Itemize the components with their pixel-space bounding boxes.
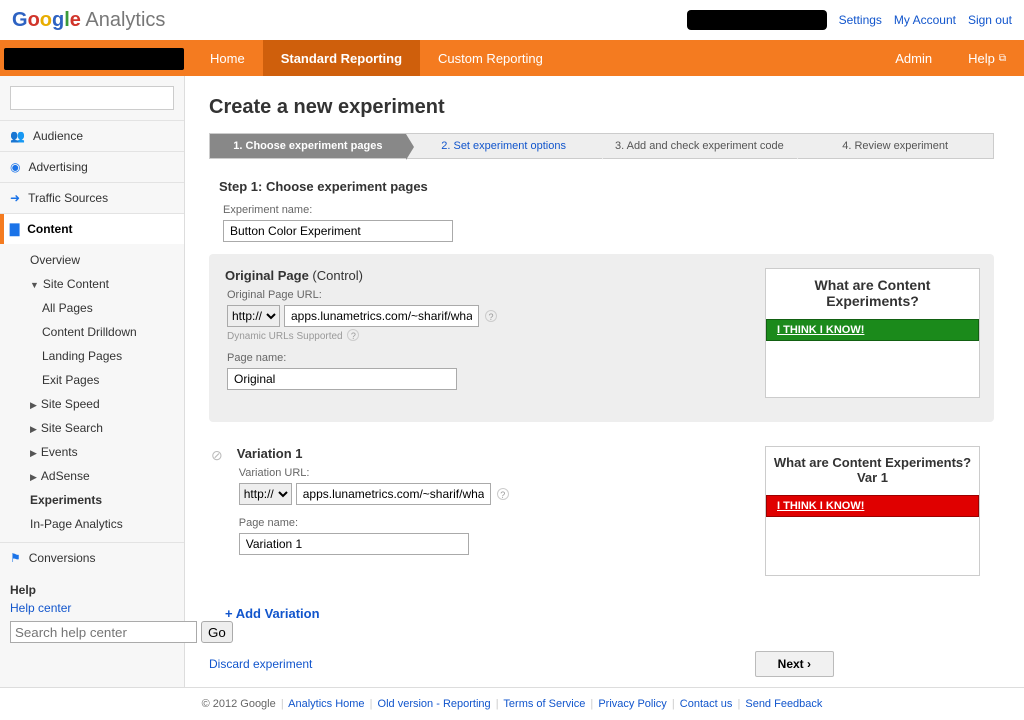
sidebar-site-search[interactable]: ▶Site Search <box>20 416 184 440</box>
original-url-label: Original Page URL: <box>227 289 765 301</box>
page-title: Create a new experiment <box>209 96 994 119</box>
sidebar-advertising[interactable]: Advertising <box>0 152 184 182</box>
nav-admin[interactable]: Admin <box>877 40 950 76</box>
step-heading: Step 1: Choose experiment pages <box>219 179 994 194</box>
remove-variation-icon[interactable]: ⊘ <box>211 447 223 577</box>
caret-right-icon: ▶ <box>30 400 37 410</box>
conversions-icon <box>10 551 21 565</box>
sidebar-adsense[interactable]: ▶AdSense <box>20 464 184 488</box>
sidebar-conversions[interactable]: Conversions <box>0 543 184 573</box>
caret-down-icon: ▼ <box>30 280 39 290</box>
sign-out-link[interactable]: Sign out <box>968 13 1012 27</box>
sidebar-site-speed[interactable]: ▶Site Speed <box>20 392 184 416</box>
help-center-link[interactable]: Help center <box>10 601 174 615</box>
wizard-step-3[interactable]: 3. Add and check experiment code <box>602 134 798 158</box>
nav-home[interactable]: Home <box>192 40 263 76</box>
sidebar-events[interactable]: ▶Events <box>20 440 184 464</box>
variation-1-title: Variation 1 <box>237 446 765 461</box>
nav-help[interactable]: Help⧉ <box>950 40 1024 76</box>
preview-cta-button: I THINK I KNOW! <box>766 495 979 517</box>
variation-protocol-select[interactable]: http:// <box>239 483 292 505</box>
audience-icon <box>10 129 25 143</box>
caret-right-icon: ▶ <box>30 472 37 482</box>
preview-title: What are Content Experiments? <box>766 269 979 315</box>
wizard-step-4[interactable]: 4. Review experiment <box>797 134 993 158</box>
sidebar-audience[interactable]: Audience <box>0 121 184 151</box>
preview-title: What are Content Experiments? Var 1 <box>766 447 979 491</box>
variation-name-input[interactable] <box>239 533 469 555</box>
original-name-label: Page name: <box>227 352 765 364</box>
sidebar-search-input[interactable] <box>10 86 174 110</box>
help-heading: Help <box>10 583 174 597</box>
variation-name-label: Page name: <box>239 517 765 529</box>
external-link-icon: ⧉ <box>999 53 1006 64</box>
next-button[interactable]: Next › <box>755 651 834 677</box>
discard-experiment-link[interactable]: Discard experiment <box>209 657 312 671</box>
sidebar-all-pages[interactable]: All Pages <box>20 296 184 320</box>
content-icon <box>10 222 19 236</box>
help-search-input[interactable] <box>10 621 197 643</box>
sidebar-experiments[interactable]: Experiments <box>20 488 184 512</box>
dynamic-url-hint: Dynamic URLs Supported ? <box>227 329 765 342</box>
sidebar-content-drilldown[interactable]: Content Drilldown <box>20 320 184 344</box>
settings-link[interactable]: Settings <box>839 13 882 27</box>
help-icon[interactable]: ? <box>485 310 497 322</box>
sidebar-exit-pages[interactable]: Exit Pages <box>20 368 184 392</box>
advertising-icon <box>10 160 20 174</box>
sidebar-landing-pages[interactable]: Landing Pages <box>20 344 184 368</box>
original-url-input[interactable] <box>284 305 479 327</box>
google-analytics-logo: Google Analytics <box>12 9 165 32</box>
nav-standard-reporting[interactable]: Standard Reporting <box>263 40 420 76</box>
sidebar-overview[interactable]: Overview <box>20 248 184 272</box>
sidebar-in-page-analytics[interactable]: In-Page Analytics <box>20 512 184 536</box>
account-redacted <box>687 10 827 30</box>
sidebar-content[interactable]: Content <box>0 214 184 244</box>
original-name-input[interactable] <box>227 368 457 390</box>
original-page-title: Original Page (Control) <box>225 268 765 283</box>
my-account-link[interactable]: My Account <box>894 13 956 27</box>
sidebar-site-content[interactable]: ▼Site Content <box>20 272 184 296</box>
variation-url-label: Variation URL: <box>239 467 765 479</box>
help-icon[interactable]: ? <box>497 488 509 500</box>
footer-privacy[interactable]: Privacy Policy <box>598 698 666 710</box>
preview-cta-button: I THINK I KNOW! <box>766 319 979 341</box>
variation-preview: What are Content Experiments? Var 1 I TH… <box>765 446 980 576</box>
nav-custom-reporting[interactable]: Custom Reporting <box>420 40 561 76</box>
footer-old-version[interactable]: Old version - Reporting <box>378 698 491 710</box>
wizard-step-1[interactable]: 1. Choose experiment pages <box>210 134 406 158</box>
footer: © 2012 Google | Analytics Home | Old ver… <box>0 687 1024 720</box>
wizard-step-2[interactable]: 2. Set experiment options <box>406 134 602 158</box>
footer-contact[interactable]: Contact us <box>680 698 733 710</box>
add-variation-button[interactable]: + Add Variation <box>225 606 994 621</box>
original-protocol-select[interactable]: http:// <box>227 305 280 327</box>
footer-tos[interactable]: Terms of Service <box>503 698 585 710</box>
variation-url-input[interactable] <box>296 483 491 505</box>
sidebar-traffic-sources[interactable]: Traffic Sources <box>0 183 184 213</box>
caret-right-icon: ▶ <box>30 448 37 458</box>
property-redacted <box>4 48 184 70</box>
experiment-name-input[interactable] <box>223 220 453 242</box>
caret-right-icon: ▶ <box>30 424 37 434</box>
wizard-steps: 1. Choose experiment pages 2. Set experi… <box>209 133 994 159</box>
help-icon[interactable]: ? <box>347 329 359 341</box>
experiment-name-label: Experiment name: <box>223 204 994 216</box>
footer-feedback[interactable]: Send Feedback <box>745 698 822 710</box>
footer-analytics-home[interactable]: Analytics Home <box>288 698 364 710</box>
original-preview: What are Content Experiments? I THINK I … <box>765 268 980 398</box>
traffic-icon <box>10 191 20 205</box>
